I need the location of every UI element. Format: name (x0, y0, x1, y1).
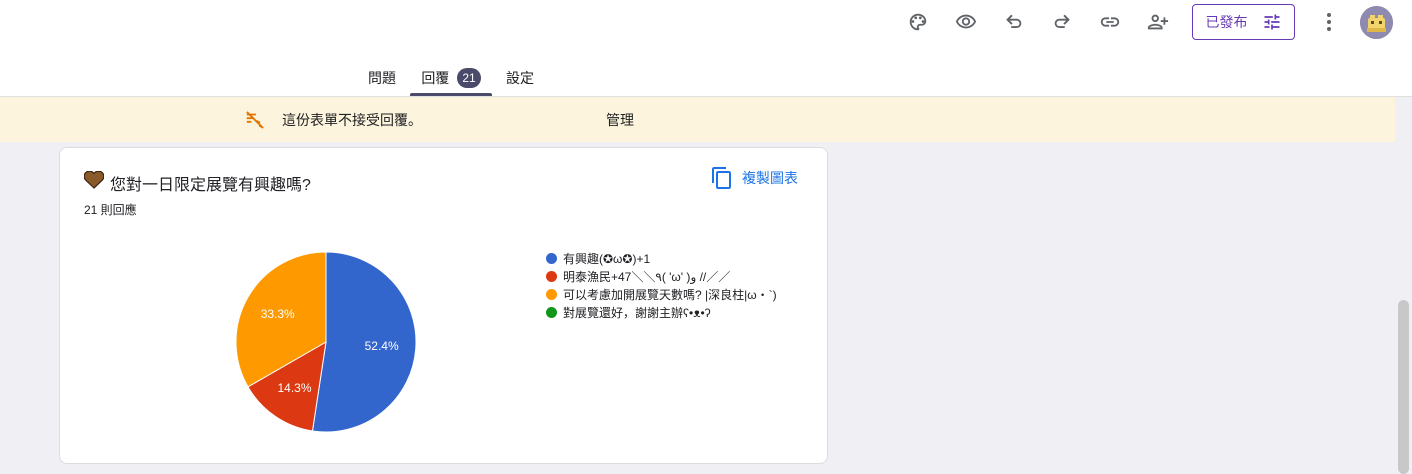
legend-label: 對展覽還好，謝謝主辦ʕ•ᴥ•ʔ (563, 305, 711, 320)
account-avatar[interactable] (1360, 6, 1393, 39)
question-summary-card: 您對一日限定展覽有興趣嗎? 21 則回應 複製圖表 52.4% 14.3% 33.3… (59, 147, 828, 464)
legend-swatch (546, 288, 557, 300)
chart-legend: 有興趣(✪ω✪)+1 明泰漁民+47＼＼٩( 'ω' )و //／／ 可以考慮加開展… (546, 249, 777, 321)
legend-label: 有興趣(✪ω✪)+1 (563, 251, 651, 266)
legend-item: 有興趣(✪ω✪)+1 (546, 249, 777, 267)
copy-icon (712, 167, 731, 189)
palette-icon[interactable] (904, 8, 932, 36)
scrollbar-thumb[interactable] (1398, 300, 1409, 474)
tab-questions-label: 問題 (368, 70, 396, 86)
heart-icon (84, 171, 104, 189)
tab-responses[interactable]: 回覆 21 (410, 62, 492, 96)
add-collaborator-icon[interactable] (1144, 8, 1172, 36)
tab-settings-label: 設定 (506, 70, 534, 86)
legend-swatch (546, 252, 557, 264)
pie-slice-label: 52.4% (365, 339, 399, 353)
pie-chart: 52.4% 14.3% 33.3% (235, 251, 417, 433)
not-accepting-responses-banner: 這份表單不接受回覆。 管理 (0, 97, 1395, 142)
banner-message: 這份表單不接受回覆。 (282, 112, 422, 128)
published-button[interactable]: 已發布 (1192, 4, 1295, 40)
tab-settings[interactable]: 設定 (500, 62, 540, 96)
active-tab-indicator (410, 93, 492, 96)
legend-swatch (546, 306, 557, 318)
response-count: 21 則回應 (84, 203, 137, 217)
question-title: 您對一日限定展覽有興趣嗎? (110, 177, 311, 194)
published-label: 已發布 (1205, 14, 1248, 30)
tune-icon (1264, 14, 1279, 30)
tab-responses-label: 回覆 (421, 70, 450, 86)
responses-count-badge: 21 (457, 68, 481, 88)
eye-icon[interactable] (952, 8, 980, 36)
pie-slice-label: 14.3% (277, 381, 311, 395)
copy-chart-label: 複製圖表 (742, 170, 798, 186)
redo-icon[interactable] (1048, 8, 1076, 36)
tab-questions[interactable]: 問題 (362, 62, 402, 96)
undo-icon[interactable] (1000, 8, 1028, 36)
legend-item: 對展覽還好，謝謝主辦ʕ•ᴥ•ʔ (546, 303, 777, 321)
legend-label: 可以考慮加開展覽天數嗎? |深良柱|ω・`) (563, 287, 777, 302)
legend-swatch (546, 270, 557, 282)
more-options-icon[interactable] (1318, 8, 1340, 36)
responses-off-icon (246, 111, 264, 129)
pie-slice-label: 33.3% (261, 307, 295, 321)
link-icon[interactable] (1096, 8, 1124, 36)
copy-chart-button[interactable]: 複製圖表 (712, 167, 798, 189)
legend-label: 明泰漁民+47＼＼٩( 'ω' )و //／／ (563, 269, 731, 284)
legend-item: 可以考慮加開展覽天數嗎? |深良柱|ω・`) (546, 285, 777, 303)
legend-item: 明泰漁民+47＼＼٩( 'ω' )و //／／ (546, 267, 777, 285)
manage-link[interactable]: 管理 (606, 110, 634, 130)
top-bar: 已發布 問題 回覆 21 設定 (0, 0, 1412, 97)
